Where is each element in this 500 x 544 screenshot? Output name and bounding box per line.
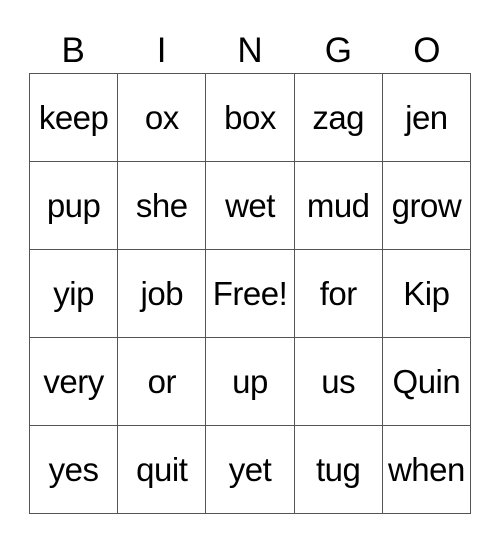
bingo-cell[interactable]: keep [30, 74, 119, 162]
bingo-cell[interactable]: job [118, 250, 207, 338]
bingo-cell[interactable]: or [118, 338, 207, 426]
bingo-cell[interactable]: grow [382, 162, 471, 250]
bingo-cell[interactable]: when [382, 426, 471, 514]
bingo-cell[interactable]: mud [294, 162, 383, 250]
bingo-header: B I N G O [29, 28, 471, 73]
header-letter-n: N [237, 31, 263, 70]
bingo-cell[interactable]: zag [294, 74, 383, 162]
bingo-cell[interactable]: wet [206, 162, 295, 250]
bingo-grid: keep ox box zag jen pup she wet mud grow… [29, 73, 471, 514]
header-letter-b: B [61, 31, 85, 70]
bingo-cell[interactable]: yes [30, 426, 119, 514]
bingo-cell[interactable]: jen [382, 74, 471, 162]
bingo-cell[interactable]: for [294, 250, 383, 338]
bingo-cell[interactable]: quit [118, 426, 207, 514]
bingo-cell[interactable]: yip [30, 250, 119, 338]
bingo-cell[interactable]: ox [118, 74, 207, 162]
bingo-cell[interactable]: she [118, 162, 207, 250]
bingo-cell[interactable]: yet [206, 426, 295, 514]
bingo-cell[interactable]: pup [30, 162, 119, 250]
bingo-cell[interactable]: Quin [382, 338, 471, 426]
bingo-cell[interactable]: Kip [382, 250, 471, 338]
bingo-cell[interactable]: us [294, 338, 383, 426]
free-space-cell[interactable]: Free! [206, 250, 295, 338]
bingo-cell[interactable]: very [30, 338, 119, 426]
bingo-cell[interactable]: tug [294, 426, 383, 514]
bingo-cell[interactable]: box [206, 74, 295, 162]
header-letter-g: G [324, 31, 353, 70]
header-letter-o: O [413, 31, 441, 70]
bingo-cell[interactable]: up [206, 338, 295, 426]
header-letter-i: I [156, 31, 167, 70]
